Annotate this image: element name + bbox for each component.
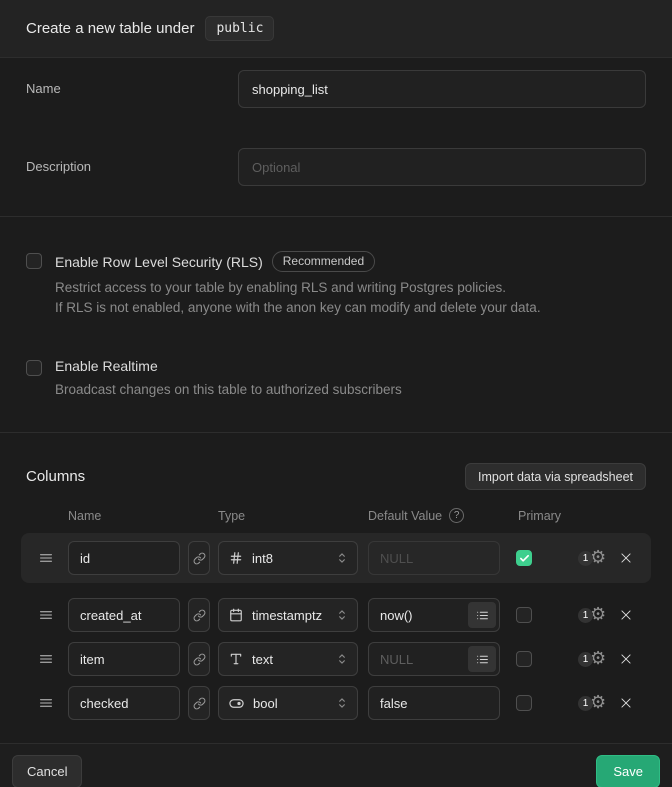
column-type-select[interactable]: bool <box>218 686 358 720</box>
settings-count-badge: 1 <box>578 608 593 623</box>
close-icon <box>619 551 633 565</box>
table-row: timestamptz 1 ⚙ <box>21 597 651 633</box>
default-value-input[interactable] <box>368 541 500 575</box>
toggle-icon <box>229 696 244 711</box>
name-label: Name <box>26 70 238 96</box>
save-button[interactable]: Save <box>596 755 660 787</box>
column-name-input[interactable] <box>68 598 180 632</box>
column-settings-button[interactable]: 1 ⚙ <box>578 549 606 567</box>
settings-count-badge: 1 <box>578 696 593 711</box>
close-icon <box>619 608 633 622</box>
table-details-section: Name Description <box>0 58 672 217</box>
dialog-title: Create a new table under <box>26 20 194 37</box>
foreign-key-button[interactable] <box>188 598 210 632</box>
remove-column-button[interactable] <box>617 606 635 624</box>
link-icon <box>193 697 206 710</box>
column-type-label: text <box>252 652 335 667</box>
column-settings-button[interactable]: 1 ⚙ <box>578 694 606 712</box>
close-icon <box>619 696 633 710</box>
realtime-option: Enable Realtime Broadcast changes on thi… <box>26 358 646 400</box>
name-row: Name <box>26 70 646 108</box>
settings-count-badge: 1 <box>578 652 593 667</box>
column-rows: int8 1 ⚙ timestamptz <box>21 533 651 721</box>
column-type-select[interactable]: timestamptz <box>218 598 358 632</box>
schema-badge: public <box>205 16 274 41</box>
link-icon <box>193 609 206 622</box>
rls-option: Enable Row Level Security (RLS) Recommen… <box>26 251 646 318</box>
columns-title: Columns <box>26 468 85 485</box>
table-row: bool 1 ⚙ <box>21 685 651 721</box>
rls-description: Restrict access to your table by enablin… <box>55 278 541 318</box>
chevron-updown-icon <box>335 652 349 666</box>
link-icon <box>193 552 206 565</box>
suggestions-button[interactable] <box>468 646 496 672</box>
rls-checkbox[interactable] <box>26 253 42 269</box>
default-value-input[interactable] <box>368 686 500 720</box>
realtime-description: Broadcast changes on this table to autho… <box>55 380 402 400</box>
primary-checkbox[interactable] <box>516 651 532 667</box>
table-row: int8 1 ⚙ <box>21 533 651 583</box>
foreign-key-button[interactable] <box>188 686 210 720</box>
remove-column-button[interactable] <box>617 650 635 668</box>
dialog-footer: Cancel Save <box>0 743 672 787</box>
help-icon[interactable]: ? <box>449 508 464 523</box>
drag-handle-icon[interactable] <box>38 651 54 667</box>
columns-section: Columns Import data via spreadsheet Name… <box>0 433 672 743</box>
column-headers: Name Type Default Value ? Primary <box>26 508 646 523</box>
table-row: text 1 ⚙ <box>21 641 651 677</box>
chevron-updown-icon <box>335 608 349 622</box>
create-table-dialog: Create a new table under public Name Des… <box>0 0 672 787</box>
settings-count-badge: 1 <box>578 551 593 566</box>
primary-checkbox[interactable] <box>516 550 532 566</box>
check-icon <box>519 553 530 564</box>
link-icon <box>193 653 206 666</box>
column-type-label: bool <box>253 696 335 711</box>
header-type: Type <box>218 508 368 523</box>
table-name-input[interactable] <box>238 70 646 108</box>
hash-icon <box>229 551 243 565</box>
remove-column-button[interactable] <box>617 694 635 712</box>
description-row: Description <box>26 148 646 186</box>
list-icon <box>476 609 489 622</box>
remove-column-button[interactable] <box>617 549 635 567</box>
chevron-updown-icon <box>335 696 349 710</box>
header-primary: Primary <box>518 508 668 523</box>
dialog-header: Create a new table under public <box>0 0 672 58</box>
column-type-label: timestamptz <box>252 608 335 623</box>
column-name-input[interactable] <box>68 642 180 676</box>
chevron-updown-icon <box>335 551 349 565</box>
foreign-key-button[interactable] <box>188 541 210 575</box>
recommended-badge: Recommended <box>272 251 375 272</box>
column-type-select[interactable]: int8 <box>218 541 358 575</box>
text-icon <box>229 652 243 666</box>
cancel-button[interactable]: Cancel <box>12 755 82 787</box>
list-icon <box>476 653 489 666</box>
column-settings-button[interactable]: 1 ⚙ <box>578 606 606 624</box>
rls-label: Enable Row Level Security (RLS) <box>55 254 263 270</box>
table-description-input[interactable] <box>238 148 646 186</box>
primary-checkbox[interactable] <box>516 695 532 711</box>
header-name: Name <box>68 508 218 523</box>
column-type-label: int8 <box>252 551 335 566</box>
table-options-section: Enable Row Level Security (RLS) Recommen… <box>0 217 672 433</box>
calendar-icon <box>229 608 243 622</box>
drag-handle-icon[interactable] <box>38 695 54 711</box>
column-settings-button[interactable]: 1 ⚙ <box>578 650 606 668</box>
realtime-label: Enable Realtime <box>55 358 158 374</box>
primary-checkbox[interactable] <box>516 607 532 623</box>
realtime-checkbox[interactable] <box>26 360 42 376</box>
header-default-value: Default Value ? <box>368 508 518 523</box>
import-spreadsheet-button[interactable]: Import data via spreadsheet <box>465 463 646 490</box>
drag-handle-icon[interactable] <box>38 550 54 566</box>
column-name-input[interactable] <box>68 541 180 575</box>
foreign-key-button[interactable] <box>188 642 210 676</box>
column-name-input[interactable] <box>68 686 180 720</box>
description-label: Description <box>26 148 238 174</box>
suggestions-button[interactable] <box>468 602 496 628</box>
column-type-select[interactable]: text <box>218 642 358 676</box>
close-icon <box>619 652 633 666</box>
drag-handle-icon[interactable] <box>38 607 54 623</box>
